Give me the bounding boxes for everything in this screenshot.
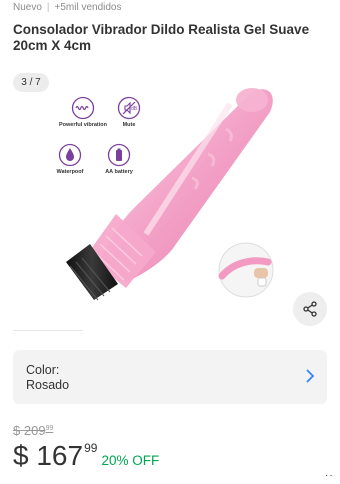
color-selector[interactable]: Color: Rosado: [13, 350, 327, 404]
inset-image: [218, 242, 274, 298]
share-icon: [303, 301, 317, 317]
current-price: $ 16799: [13, 440, 97, 471]
current-price-row: $ 1679920% OFF: [13, 440, 159, 472]
price-cents: 99: [84, 441, 98, 455]
old-currency: $: [13, 423, 21, 438]
old-price-integer: 209: [23, 423, 46, 438]
product-title: Consolador Vibrador Dildo Realista Gel S…: [13, 22, 310, 53]
color-label: Color:: [26, 363, 60, 377]
sold-count: +5mil vendidos: [54, 2, 122, 13]
sales-status: Nuevo | +5mil vendidos: [13, 2, 122, 13]
currency: $: [13, 440, 29, 471]
image-counter: 3 / 7: [13, 73, 49, 92]
more-dots: ··: [325, 470, 334, 481]
gallery-divider: [13, 330, 83, 331]
share-button[interactable]: [293, 292, 327, 326]
old-price-cents: 99: [45, 425, 54, 432]
condition-label: Nuevo: [13, 2, 42, 13]
color-value: Rosado: [26, 378, 70, 392]
image-gallery[interactable]: 3 / 7 Powerful vibration dB Mute Waterpo…: [0, 64, 340, 338]
original-price: $ 20999: [13, 423, 53, 438]
price-integer: 167: [36, 440, 84, 471]
chevron-right-icon: [306, 369, 315, 383]
separator: |: [46, 2, 50, 13]
discount-badge: 20% OFF: [101, 453, 160, 468]
